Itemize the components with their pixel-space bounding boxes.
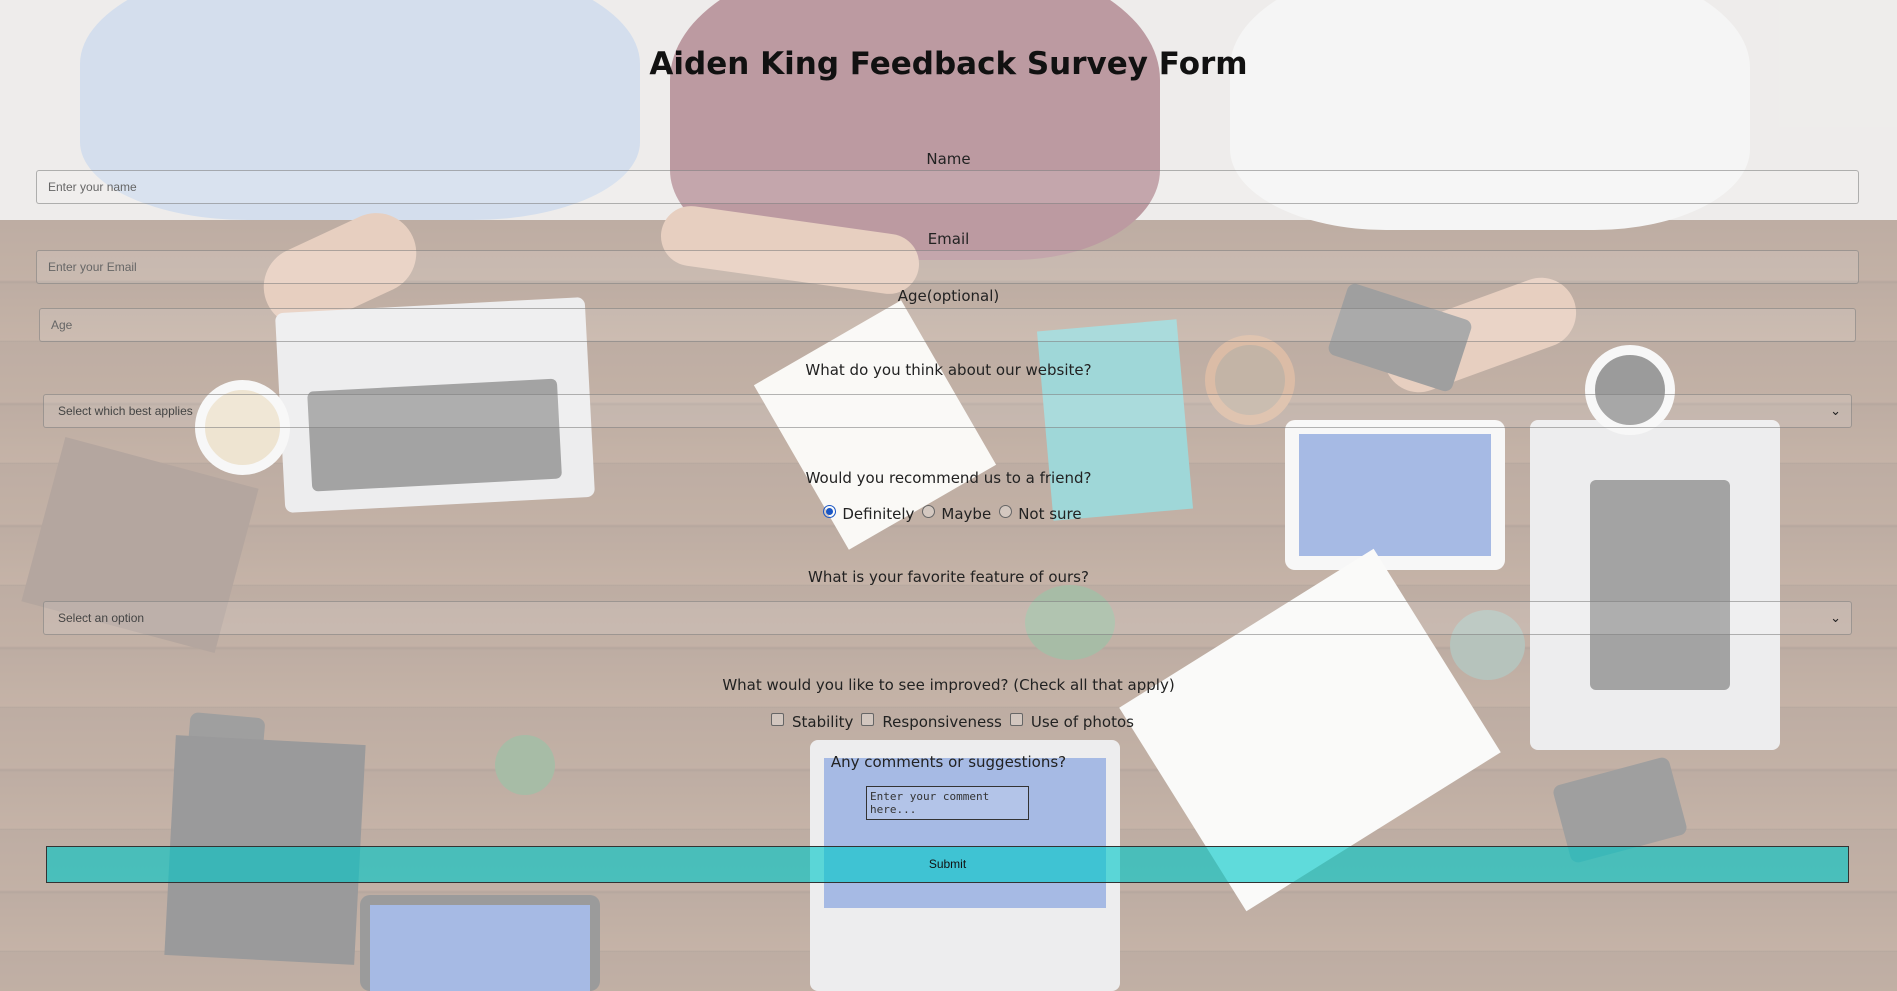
survey-form: Aiden King Feedback Survey Form Name Ema…: [0, 0, 1897, 991]
improve-checkbox-group: Stability Responsiveness Use of photos: [0, 712, 1897, 731]
improve-option-stability[interactable]: Stability: [763, 712, 854, 731]
email-input[interactable]: [36, 250, 1859, 284]
radio-button[interactable]: [999, 504, 1013, 518]
name-label: Name: [926, 150, 971, 168]
chevron-down-icon: ⌄: [1830, 610, 1841, 625]
checkbox-label: Stability: [792, 713, 854, 731]
recommend-label: Would you recommend us to a friend?: [805, 469, 1092, 487]
favorite-feature-select[interactable]: Select an option ⌄: [43, 601, 1852, 635]
comments-label: Any comments or suggestions?: [830, 753, 1067, 771]
favorite-feature-label: What is your favorite feature of ours?: [808, 568, 1089, 586]
radio-button-checked[interactable]: [823, 504, 837, 518]
recommend-option-maybe[interactable]: Maybe: [914, 504, 992, 523]
website-opinion-selected: Select which best applies: [58, 404, 193, 418]
checkbox[interactable]: [861, 712, 875, 726]
radio-label: Not sure: [1018, 505, 1082, 523]
favorite-feature-selected: Select an option: [58, 611, 145, 625]
radio-button[interactable]: [922, 504, 936, 518]
checkbox-label: Responsiveness: [882, 713, 1002, 731]
recommend-option-definitely[interactable]: Definitely: [815, 504, 915, 523]
age-label: Age(optional): [897, 287, 1000, 305]
radio-label: Maybe: [941, 505, 992, 523]
page-title: Aiden King Feedback Survey Form: [649, 46, 1248, 82]
recommend-radio-group: Definitely Maybe Not sure: [0, 504, 1897, 523]
checkbox[interactable]: [1009, 712, 1023, 726]
chevron-down-icon: ⌄: [1830, 403, 1841, 418]
checkbox[interactable]: [771, 712, 785, 726]
comments-textarea[interactable]: Enter your comment here...: [866, 786, 1029, 820]
radio-label: Definitely: [842, 505, 915, 523]
name-input[interactable]: [36, 170, 1859, 204]
improve-option-photos[interactable]: Use of photos: [1002, 712, 1134, 731]
improve-label: What would you like to see improved? (Ch…: [722, 676, 1175, 694]
recommend-option-not-sure[interactable]: Not sure: [991, 504, 1082, 523]
website-opinion-label: What do you think about our website?: [805, 361, 1092, 379]
improve-option-responsiveness[interactable]: Responsiveness: [853, 712, 1002, 731]
submit-button[interactable]: Submit: [46, 846, 1849, 883]
website-opinion-select[interactable]: Select which best applies ⌄: [43, 394, 1852, 428]
age-input[interactable]: [39, 308, 1856, 342]
checkbox-label: Use of photos: [1030, 713, 1134, 731]
email-label: Email: [927, 230, 970, 248]
